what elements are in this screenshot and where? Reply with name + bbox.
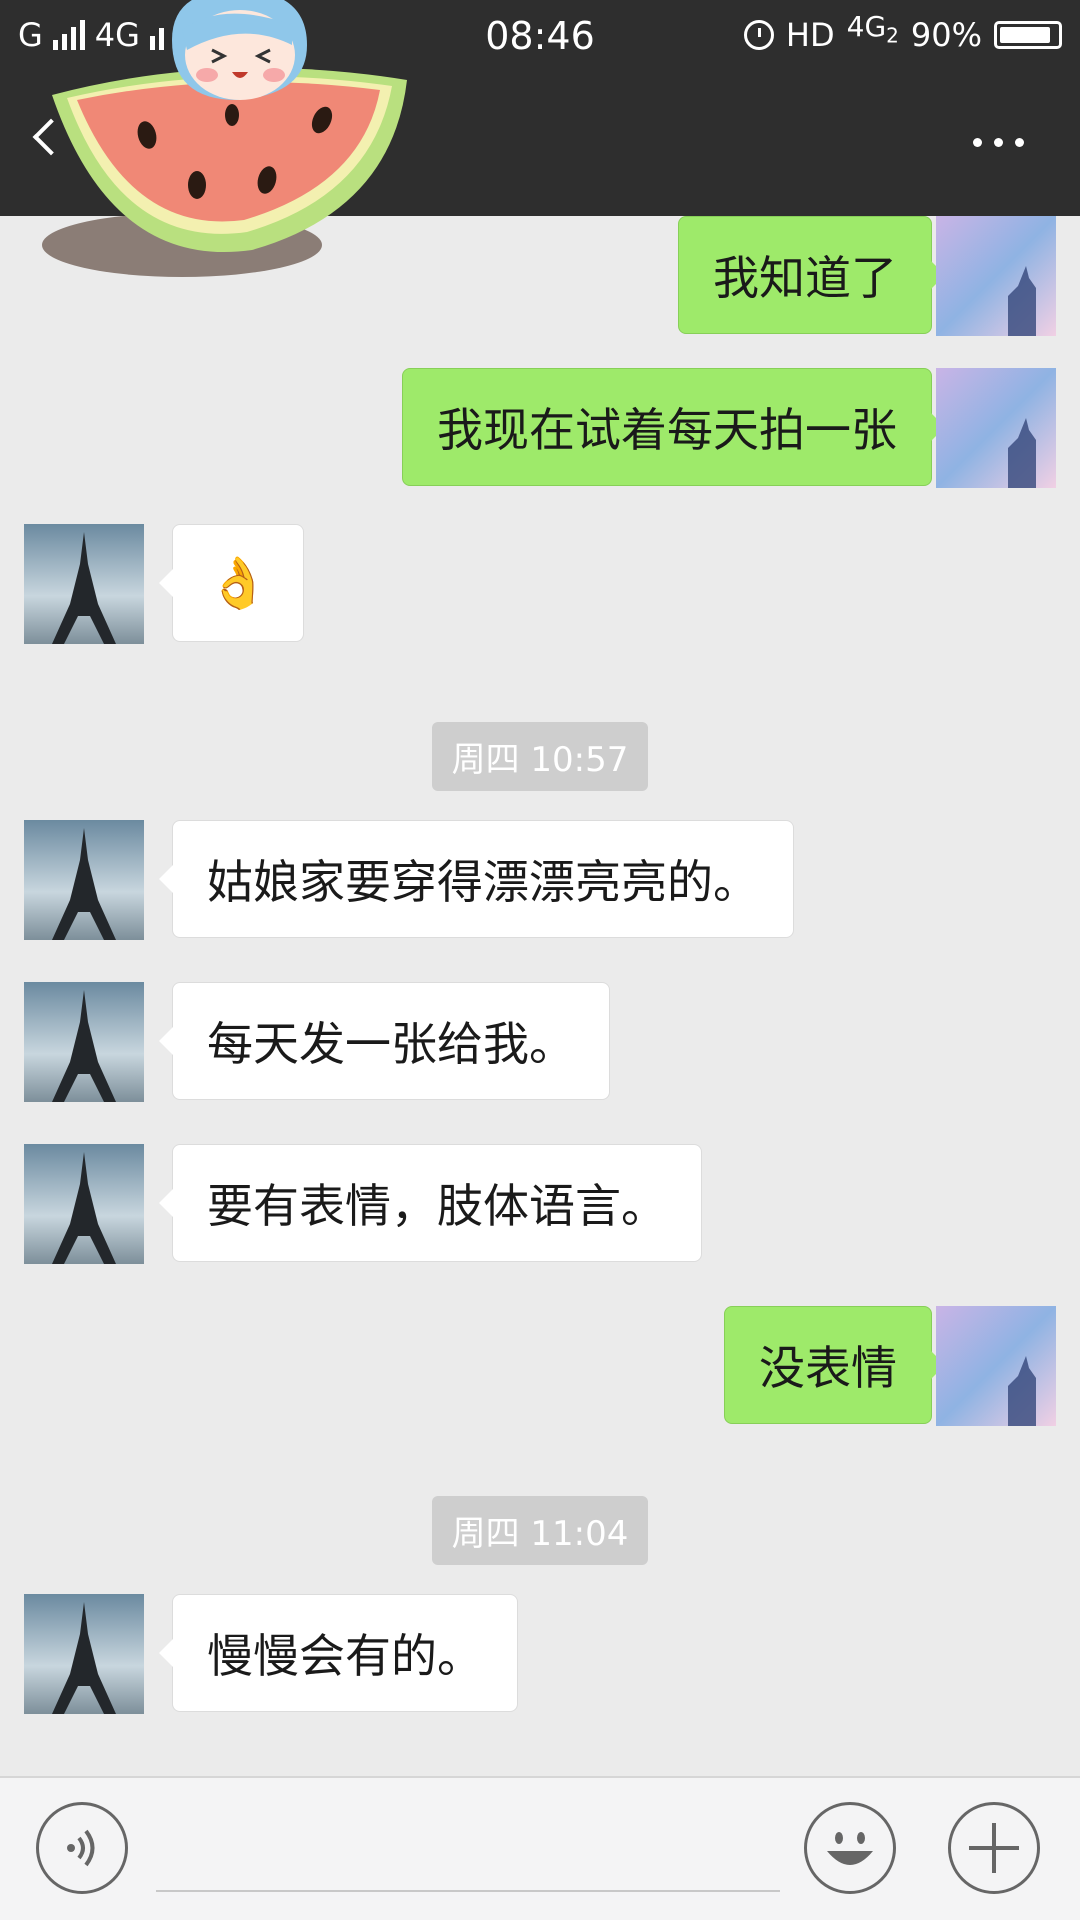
contact-avatar[interactable] (24, 1144, 144, 1264)
contact-avatar[interactable] (24, 524, 144, 644)
more-dots-icon[interactable] (973, 138, 1024, 147)
message-bubble-received[interactable]: 👌 (158, 524, 305, 642)
message-bubble-received[interactable]: 每天发一张给我。 (159, 982, 610, 1100)
battery-icon (994, 21, 1062, 49)
my-avatar[interactable] (936, 368, 1056, 488)
message-bubble-sent[interactable]: 我现在试着每天拍一张 (402, 368, 945, 486)
timestamp: 周四 10:57 (0, 722, 1080, 791)
emoji-icon[interactable] (804, 1802, 896, 1894)
chat-area[interactable]: 我知道了 我现在试着每天拍一张 👌 周四 10:57 姑娘家要穿得漂漂亮亮的。 (0, 216, 1080, 1776)
alarm-icon (743, 20, 774, 50)
contact-avatar[interactable] (24, 982, 144, 1102)
message-bubble-received[interactable]: 要有表情，肢体语言。 (159, 1144, 702, 1262)
contact-avatar[interactable] (24, 1594, 144, 1714)
message-bubble-received[interactable]: 姑娘家要穿得漂漂亮亮的。 (159, 820, 794, 938)
input-bar (0, 1776, 1080, 1920)
message-input[interactable] (156, 1818, 780, 1892)
my-avatar[interactable] (936, 1306, 1056, 1426)
status-right: HD 4G2 90% (743, 10, 1062, 54)
battery-percent: 90% (910, 16, 982, 54)
plus-icon[interactable] (948, 1802, 1040, 1894)
timestamp: 周四 11:04 (0, 1496, 1080, 1565)
my-avatar[interactable] (936, 216, 1056, 336)
message-bubble-sent[interactable]: 我知道了 (678, 216, 945, 334)
message-bubble-received[interactable]: 慢慢会有的。 (159, 1594, 518, 1712)
voice-icon[interactable] (36, 1802, 128, 1894)
message-bubble-sent[interactable]: 没表情 (724, 1306, 945, 1424)
network-3g-label: 4G2 (846, 10, 899, 48)
contact-avatar[interactable] (24, 820, 144, 940)
hd-label: HD (785, 16, 835, 54)
watermelon-girl-sticker-icon (42, 0, 407, 277)
